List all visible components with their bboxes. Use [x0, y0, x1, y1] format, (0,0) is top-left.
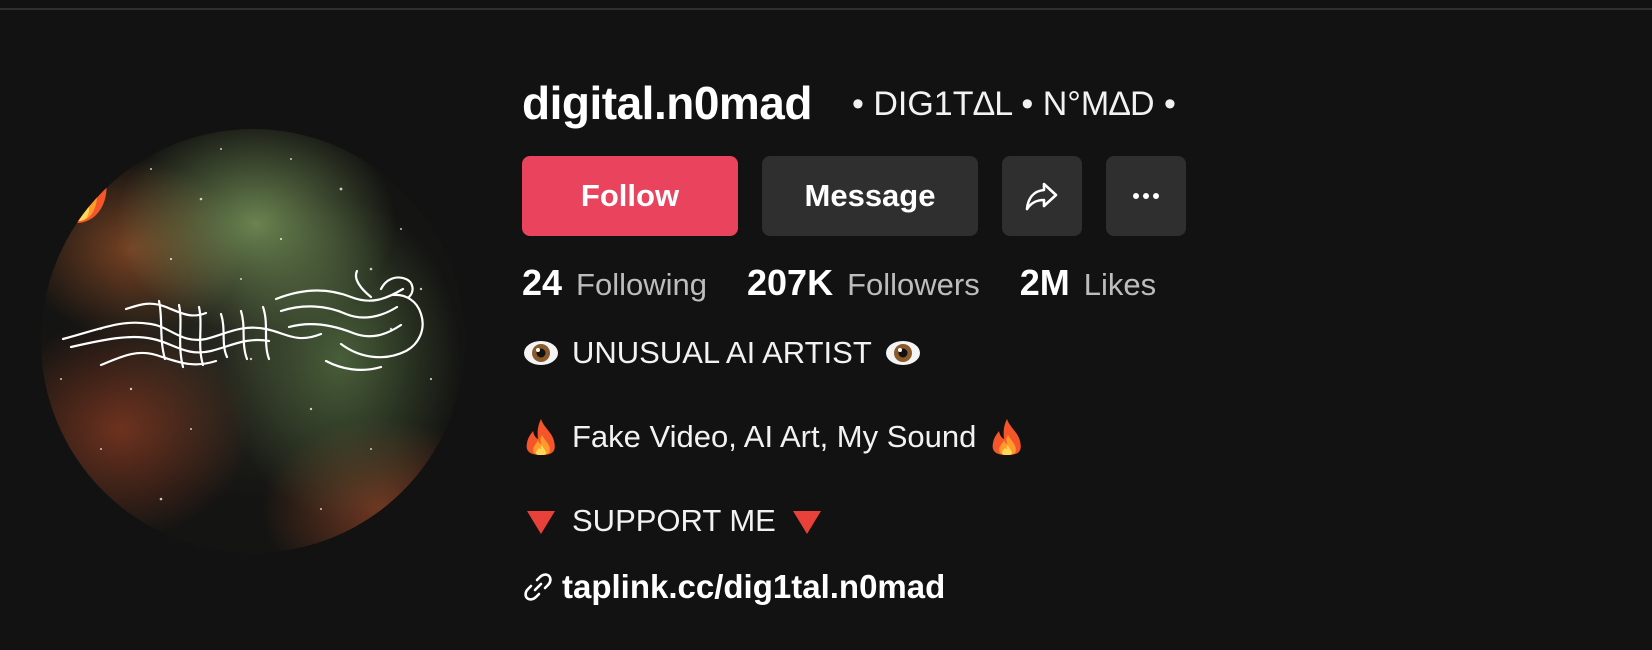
bio-line-1: UNUSUAL AI ARTIST — [522, 332, 922, 374]
link-icon — [524, 573, 552, 601]
fire-emoji-icon — [50, 131, 107, 223]
red-down-triangle-icon — [527, 511, 555, 534]
stat-likes: 2M Likes — [1020, 262, 1156, 304]
display-name: • DIG1T∆L • N°M∆D • — [852, 85, 1176, 123]
top-divider — [0, 8, 1652, 10]
bio-text: Fake Video, AI Art, My Sound — [572, 419, 977, 454]
stat-value: 207K — [747, 262, 834, 303]
fire-emoji-icon — [526, 419, 555, 455]
profile-avatar[interactable] — [41, 129, 465, 553]
bio-line-2: Fake Video, AI Art, My Sound — [522, 416, 1026, 458]
stat-label: Following — [576, 267, 707, 302]
share-button[interactable] — [1002, 156, 1082, 236]
stat-label: Likes — [1083, 267, 1157, 302]
stat-value: 2M — [1019, 262, 1070, 303]
eye-emoji-icon — [524, 341, 558, 365]
bio-text: UNUSUAL AI ARTIST — [572, 335, 872, 370]
eye-emoji-icon — [885, 341, 920, 365]
stat-value: 24 — [522, 262, 563, 303]
more-options-button[interactable] — [1106, 156, 1186, 236]
stat-following[interactable]: 24 Following — [522, 262, 707, 304]
stat-followers[interactable]: 207K Followers — [747, 262, 980, 304]
share-arrow-icon — [1025, 182, 1058, 211]
follow-button[interactable]: Follow — [522, 156, 738, 236]
profile-link[interactable]: taplink.cc/dig1tal.n0mad — [522, 568, 945, 606]
more-horizontal-icon — [1133, 193, 1159, 199]
profile-stats: 24 Following 207K Followers 2M Likes — [522, 262, 1196, 306]
red-down-triangle-icon — [792, 511, 821, 534]
stat-label: Followers — [847, 267, 980, 302]
fire-emoji-icon — [993, 419, 1022, 455]
bio-line-3: SUPPORT ME — [522, 500, 826, 542]
username: digital.n0mad — [522, 77, 812, 129]
link-text[interactable]: taplink.cc/dig1tal.n0mad — [562, 568, 945, 606]
message-button[interactable]: Message — [762, 156, 978, 236]
bio-text: SUPPORT ME — [572, 503, 776, 538]
